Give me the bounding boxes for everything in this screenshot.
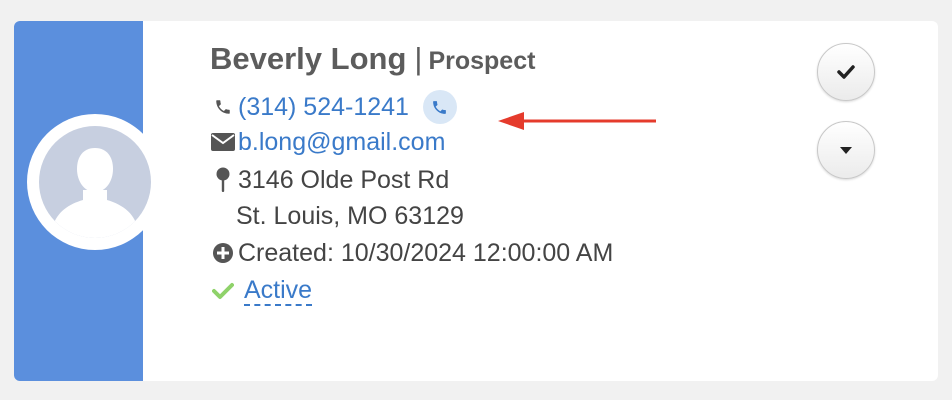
caret-down-icon — [840, 147, 852, 154]
user-silhouette-icon — [53, 148, 137, 238]
phone-link[interactable]: (314) 524-1241 — [238, 93, 409, 122]
envelope-icon — [210, 129, 236, 155]
checkmark-icon — [210, 278, 236, 304]
complete-button[interactable] — [817, 43, 875, 101]
contact-header: Beverly Long | Prospect — [210, 41, 535, 77]
address-line2-row: St. Louis, MO 63129 — [210, 199, 464, 233]
more-options-button[interactable] — [817, 121, 875, 179]
address-row: 3146 Olde Post Rd — [210, 163, 449, 197]
header-separator: | — [414, 41, 423, 76]
created-date: Created: 10/30/2024 12:00:00 AM — [238, 238, 614, 267]
avatar-placeholder — [39, 126, 151, 238]
address-line2: St. Louis, MO 63129 — [236, 201, 464, 230]
address-line1: 3146 Olde Post Rd — [238, 165, 450, 194]
call-icon — [433, 100, 447, 114]
created-row: Created: 10/30/2024 12:00:00 AM — [210, 236, 613, 270]
email-link[interactable]: b.long@gmail.com — [238, 128, 445, 157]
annotation-arrow — [498, 112, 656, 130]
phone-row: (314) 524-1241 — [210, 90, 457, 124]
status-row: Active — [210, 274, 313, 308]
contact-info: Beverly Long | Prospect (314) 524-1241 b.l… — [210, 21, 770, 381]
email-row: b.long@gmail.com — [210, 125, 445, 159]
avatar — [27, 114, 163, 250]
phone-icon — [210, 94, 236, 120]
contact-type: Prospect — [428, 47, 536, 75]
map-pin-icon — [210, 167, 236, 193]
plus-circle-icon — [210, 240, 236, 266]
call-button[interactable] — [422, 90, 457, 124]
checkmark-icon — [837, 65, 855, 79]
status-link[interactable]: Active — [244, 277, 313, 306]
contact-name: Beverly Long — [210, 41, 407, 76]
